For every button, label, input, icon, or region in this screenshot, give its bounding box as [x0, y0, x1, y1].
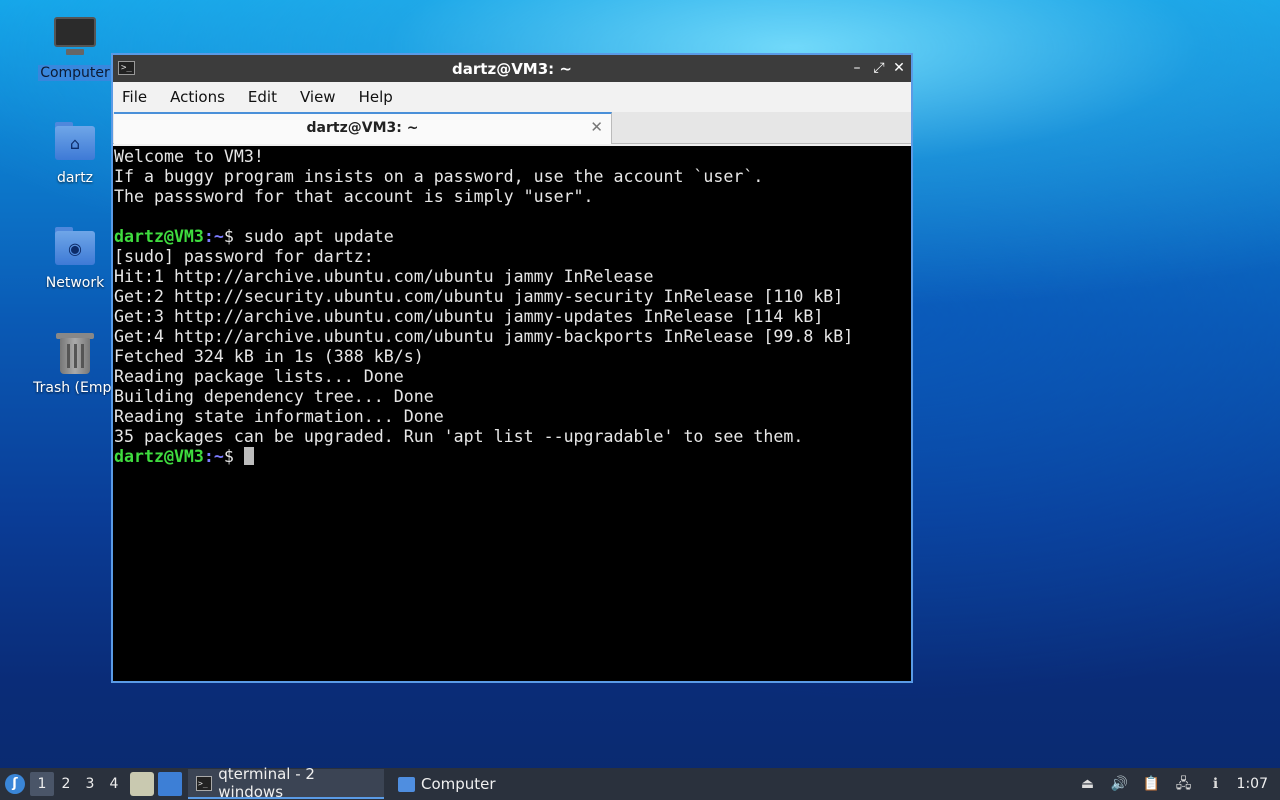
- terminal-line: Welcome to VM3!: [114, 147, 264, 166]
- prompt-path: :~: [203, 227, 224, 246]
- menu-view[interactable]: View: [300, 88, 336, 106]
- update-notifier-icon[interactable]: ℹ: [1205, 773, 1227, 795]
- maximize-button[interactable]: ⤢: [869, 58, 889, 78]
- eject-icon[interactable]: ⏏: [1077, 773, 1099, 795]
- prompt-user: dartz@VM3: [114, 447, 204, 466]
- desktop-icon-trash[interactable]: Trash (Empt: [28, 330, 122, 396]
- terminal-line: The passsword for that account is simply…: [114, 187, 594, 206]
- system-tray: ⏏ 🔊 📋 🖧 ℹ 1:07: [1067, 768, 1280, 800]
- network-status-icon[interactable]: 🖧: [1173, 773, 1195, 795]
- prompt-symbol: $: [223, 227, 244, 246]
- prompt-path: :~: [203, 447, 224, 466]
- terminal-line: Get:3 http://archive.ubuntu.com/ubuntu j…: [114, 307, 824, 326]
- computer-icon: [52, 15, 98, 61]
- terminal-prompt-line: dartz@VM3:~$ sudo apt update: [114, 227, 910, 247]
- clock[interactable]: 1:07: [1237, 776, 1268, 792]
- terminal-line: If a buggy program insists on a password…: [114, 167, 764, 186]
- trash-icon: [52, 330, 98, 376]
- show-desktop-icon[interactable]: [158, 772, 182, 796]
- terminal-line: Hit:1 http://archive.ubuntu.com/ubuntu j…: [114, 267, 654, 286]
- terminal-line: Reading state information... Done: [114, 407, 444, 426]
- tab-title: dartz@VM3: ~: [306, 120, 419, 136]
- terminal-line: Get:2 http://security.ubuntu.com/ubuntu …: [114, 287, 844, 306]
- close-button[interactable]: ✕: [889, 58, 909, 78]
- terminal-line: Reading package lists... Done: [114, 367, 404, 386]
- menu-edit[interactable]: Edit: [248, 88, 277, 106]
- desktop-icon-home-folder[interactable]: ⌂ dartz: [28, 120, 122, 186]
- terminal-line: Building dependency tree... Done: [114, 387, 434, 406]
- terminal-line: 35 packages can be upgraded. Run 'apt li…: [114, 427, 804, 446]
- desktop-switcher-3[interactable]: 3: [78, 772, 102, 796]
- menu-bar: File Actions Edit View Help: [113, 82, 911, 112]
- command-text: sudo apt update: [243, 227, 394, 246]
- task-qterminal[interactable]: >_ qterminal - 2 windows: [188, 765, 384, 800]
- task-label: Computer: [421, 775, 496, 793]
- taskbar: ʃ 1 2 3 4 >_ qterminal - 2 windows Compu…: [0, 765, 1280, 800]
- window-title: dartz@VM3: ~: [452, 60, 572, 78]
- network-folder-icon: ◉: [52, 225, 98, 271]
- home-folder-icon: ⌂: [52, 120, 98, 166]
- task-computer[interactable]: Computer: [390, 769, 504, 799]
- menu-help[interactable]: Help: [359, 88, 393, 106]
- terminal-prompt-line: dartz@VM3:~$: [114, 447, 910, 467]
- desktop-icon-network[interactable]: ◉ Network: [28, 225, 122, 291]
- menu-file[interactable]: File: [122, 88, 147, 106]
- volume-icon[interactable]: 🔊: [1109, 773, 1131, 795]
- clipboard-icon[interactable]: 📋: [1141, 773, 1163, 795]
- terminal-window: >_ dartz@VM3: ~ – ⤢ ✕ File Actions Edit …: [111, 53, 913, 683]
- window-titlebar[interactable]: >_ dartz@VM3: ~ – ⤢ ✕: [113, 55, 911, 82]
- desktop-switcher-1[interactable]: 1: [30, 772, 54, 796]
- tab-terminal[interactable]: dartz@VM3: ~ ✕: [114, 112, 612, 144]
- desktop-icon-label: dartz: [56, 170, 94, 186]
- file-manager-launcher-icon[interactable]: [130, 772, 154, 796]
- desktop-switcher-2[interactable]: 2: [54, 772, 78, 796]
- prompt-symbol: $: [223, 447, 244, 466]
- desktop-icon-label: Network: [45, 275, 105, 291]
- task-label: qterminal - 2 windows: [218, 765, 315, 800]
- prompt-user: dartz@VM3: [114, 227, 204, 246]
- minimize-button[interactable]: –: [847, 58, 867, 78]
- tab-close-icon[interactable]: ✕: [590, 118, 603, 136]
- desktop-icon-label: Trash (Empt: [33, 380, 117, 396]
- terminal-task-icon: >_: [196, 775, 213, 791]
- tab-bar: dartz@VM3: ~ ✕: [113, 112, 911, 144]
- folder-task-icon: [398, 776, 415, 792]
- terminal-line: [sudo] password for dartz:: [114, 247, 374, 266]
- terminal-cursor: [243, 447, 254, 465]
- start-menu-button[interactable]: ʃ: [0, 768, 30, 800]
- lubuntu-logo-icon: ʃ: [5, 774, 25, 794]
- desktop-switcher-4[interactable]: 4: [102, 772, 126, 796]
- terminal-line: Fetched 324 kB in 1s (388 kB/s): [114, 347, 424, 366]
- desktop-icon-computer[interactable]: Computer: [28, 15, 122, 85]
- desktop-icon-label: Computer: [38, 65, 112, 81]
- menu-actions[interactable]: Actions: [170, 88, 225, 106]
- terminal-output[interactable]: Welcome to VM3! If a buggy program insis…: [113, 146, 911, 681]
- terminal-line: Get:4 http://archive.ubuntu.com/ubuntu j…: [114, 327, 854, 346]
